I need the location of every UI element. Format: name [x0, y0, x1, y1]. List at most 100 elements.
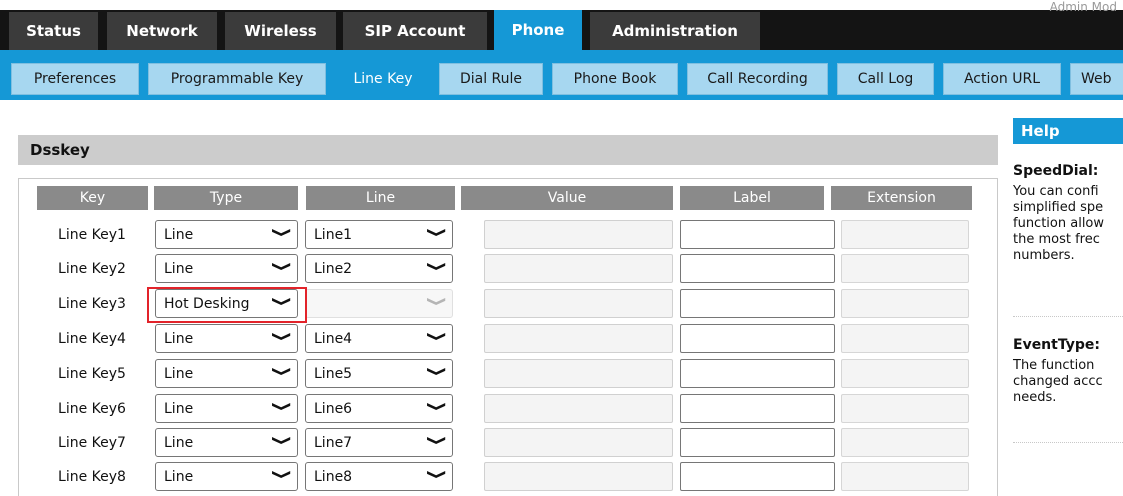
- help-text-line: The function: [1013, 358, 1095, 373]
- help-divider: [1013, 316, 1123, 317]
- value-field: [484, 462, 673, 491]
- help-text-line: needs.: [1013, 390, 1057, 405]
- line-value: Line4: [314, 330, 353, 347]
- line-select[interactable]: Line7 ❯: [305, 428, 453, 457]
- subtab-call-recording[interactable]: Call Recording: [687, 63, 828, 95]
- type-value: Line: [164, 226, 194, 243]
- help-text-line: function allow: [1013, 216, 1105, 231]
- subtab-programmable-key[interactable]: Programmable Key: [148, 63, 326, 95]
- label-input[interactable]: [680, 394, 835, 423]
- subtab-dial-rule[interactable]: Dial Rule: [439, 63, 543, 95]
- label-input[interactable]: [680, 254, 835, 283]
- line-value: Line5: [314, 365, 353, 382]
- line-value: Line2: [314, 260, 353, 277]
- type-value: Line: [164, 434, 194, 451]
- extension-field: [841, 324, 969, 353]
- subtab-action-url[interactable]: Action URL: [943, 63, 1061, 95]
- line-value: Line8: [314, 468, 353, 485]
- type-select[interactable]: Line ❯: [155, 359, 298, 388]
- row-key-label: Line Key4: [58, 331, 126, 347]
- help-heading-speeddial: SpeedDial:: [1013, 163, 1099, 179]
- type-value: Line: [164, 365, 194, 382]
- row-key-label: Line Key7: [58, 435, 126, 451]
- type-select[interactable]: Line ❯: [155, 254, 298, 283]
- line-value: Line1: [314, 226, 353, 243]
- tab-network[interactable]: Network: [107, 12, 217, 50]
- type-value: Line: [164, 400, 194, 417]
- chevron-down-icon: ❯: [271, 366, 293, 377]
- help-text-line: numbers.: [1013, 248, 1075, 263]
- chevron-down-icon: ❯: [271, 469, 293, 480]
- tab-phone[interactable]: Phone: [494, 10, 582, 50]
- line-value: Line6: [314, 400, 353, 417]
- type-select[interactable]: Line ❯: [155, 394, 298, 423]
- value-field: [484, 359, 673, 388]
- tab-wireless[interactable]: Wireless: [225, 12, 336, 50]
- chevron-down-icon: ❯: [426, 296, 448, 307]
- tab-sip-account[interactable]: SIP Account: [343, 12, 487, 50]
- type-value: Line: [164, 260, 194, 277]
- label-input[interactable]: [680, 289, 835, 318]
- tab-administration[interactable]: Administration: [590, 12, 760, 50]
- type-select[interactable]: Line ❯: [155, 428, 298, 457]
- type-select[interactable]: Line ❯: [155, 462, 298, 491]
- chevron-down-icon: ❯: [271, 261, 293, 272]
- value-field: [484, 254, 673, 283]
- chevron-down-icon: ❯: [426, 469, 448, 480]
- subtab-phone-book[interactable]: Phone Book: [552, 63, 678, 95]
- help-text-line: simplified spe: [1013, 200, 1104, 215]
- help-title: Help: [1013, 118, 1123, 144]
- type-select[interactable]: Line ❯: [155, 324, 298, 353]
- page: Admin Mod Status Network Wireless SIP Ac…: [0, 0, 1123, 496]
- row-key-label: Line Key6: [58, 401, 126, 417]
- line-select[interactable]: Line8 ❯: [305, 462, 453, 491]
- subtab-web[interactable]: Web: [1070, 63, 1123, 95]
- column-header-label: Label: [680, 186, 824, 210]
- value-field: [484, 428, 673, 457]
- extension-field: [841, 220, 969, 249]
- tab-status[interactable]: Status: [9, 12, 98, 50]
- label-input[interactable]: [680, 220, 835, 249]
- help-text-line: changed accc: [1013, 374, 1103, 389]
- subtab-line-key[interactable]: Line Key: [336, 60, 430, 98]
- label-input[interactable]: [680, 359, 835, 388]
- label-input[interactable]: [680, 462, 835, 491]
- line-select[interactable]: Line5 ❯: [305, 359, 453, 388]
- chevron-down-icon: ❯: [271, 331, 293, 342]
- value-field: [484, 324, 673, 353]
- chevron-down-icon: ❯: [271, 435, 293, 446]
- value-field: [484, 394, 673, 423]
- help-heading-eventtype: EventType:: [1013, 337, 1100, 353]
- type-select[interactable]: Line ❯: [155, 220, 298, 249]
- subtab-call-log[interactable]: Call Log: [837, 63, 934, 95]
- extension-field: [841, 394, 969, 423]
- type-value: Line: [164, 330, 194, 347]
- subtab-preferences[interactable]: Preferences: [11, 63, 139, 95]
- line-select[interactable]: Line4 ❯: [305, 324, 453, 353]
- line-select[interactable]: Line1 ❯: [305, 220, 453, 249]
- column-header-key: Key: [37, 186, 148, 210]
- line-select[interactable]: Line6 ❯: [305, 394, 453, 423]
- extension-field: [841, 462, 969, 491]
- chevron-down-icon: ❯: [426, 331, 448, 342]
- chevron-down-icon: ❯: [271, 227, 293, 238]
- row-key-label: Line Key2: [58, 261, 126, 277]
- highlight-box: [147, 287, 307, 323]
- type-value: Line: [164, 468, 194, 485]
- extension-field: [841, 289, 969, 318]
- line-select[interactable]: Line2 ❯: [305, 254, 453, 283]
- extension-field: [841, 428, 969, 457]
- help-text-line: the most frec: [1013, 232, 1100, 247]
- help-text-line: You can confi: [1013, 184, 1099, 199]
- extension-field: [841, 359, 969, 388]
- column-header-value: Value: [461, 186, 673, 210]
- label-input[interactable]: [680, 324, 835, 353]
- column-header-type: Type: [154, 186, 298, 210]
- row-key-label: Line Key3: [58, 296, 126, 312]
- label-input[interactable]: [680, 428, 835, 457]
- chevron-down-icon: ❯: [426, 366, 448, 377]
- line-select: ❯: [305, 289, 453, 318]
- row-key-label: Line Key1: [58, 227, 126, 243]
- extension-field: [841, 254, 969, 283]
- chevron-down-icon: ❯: [426, 435, 448, 446]
